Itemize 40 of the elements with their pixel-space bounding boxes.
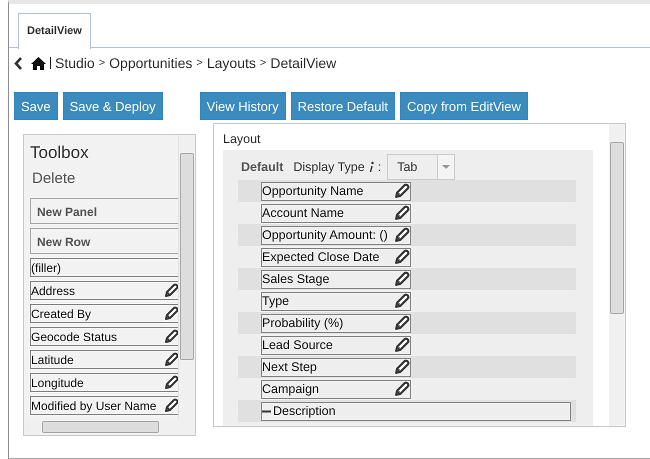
display-type-select[interactable]: Tab xyxy=(387,154,456,180)
layout-title: Layout xyxy=(223,132,262,148)
pencil-icon[interactable] xyxy=(394,205,410,221)
pencil-icon[interactable] xyxy=(394,337,410,353)
action-button[interactable]: View History xyxy=(200,92,286,120)
pencil-icon[interactable] xyxy=(394,249,410,265)
pencil-icon[interactable] xyxy=(394,183,410,199)
pencil-icon[interactable] xyxy=(394,381,410,397)
toolbox-item[interactable]: New Panel xyxy=(30,198,178,224)
field-label[interactable]: Type xyxy=(262,294,290,308)
pencil-icon[interactable] xyxy=(394,359,410,375)
action-button[interactable]: Restore Default xyxy=(290,92,395,120)
caret-icon xyxy=(442,165,450,169)
pencil-icon[interactable] xyxy=(394,271,410,287)
vertical-scrollbar[interactable] xyxy=(609,124,625,426)
pencil-icon[interactable] xyxy=(394,293,410,309)
toolbox-item[interactable]: New Row xyxy=(30,228,178,254)
breadcrumb-separator: > xyxy=(260,57,266,69)
toolbox-title: Toolbox xyxy=(30,143,90,164)
back-icon[interactable] xyxy=(14,56,23,70)
toolbox-item[interactable]: (filler) xyxy=(30,258,178,277)
breadcrumb-separator: > xyxy=(98,57,106,69)
info-icon[interactable] xyxy=(368,161,374,173)
vertical-scrollbar[interactable] xyxy=(178,135,195,419)
tab[interactable]: DetailView xyxy=(18,13,91,49)
breadcrumb-link[interactable]: Opportunities xyxy=(109,55,192,71)
action-button[interactable]: Save xyxy=(14,92,58,120)
panel-label: Default xyxy=(241,160,284,174)
colon: : xyxy=(378,160,382,174)
delete-drop-zone[interactable]: Delete xyxy=(32,170,178,198)
home-icon[interactable] xyxy=(31,56,46,70)
breadcrumb-link[interactable]: Studio xyxy=(55,55,95,71)
action-button[interactable]: Save & Deploy xyxy=(62,92,163,120)
breadcrumb-separator: > xyxy=(196,57,203,69)
display-type-label: Display Type xyxy=(293,160,365,174)
field-label[interactable]: Description xyxy=(273,404,336,418)
breadcrumb-link[interactable]: Layouts xyxy=(206,55,256,71)
action-button[interactable]: Copy from EditView xyxy=(400,92,528,120)
pencil-icon[interactable] xyxy=(394,315,410,331)
pencil-icon[interactable] xyxy=(394,227,410,243)
